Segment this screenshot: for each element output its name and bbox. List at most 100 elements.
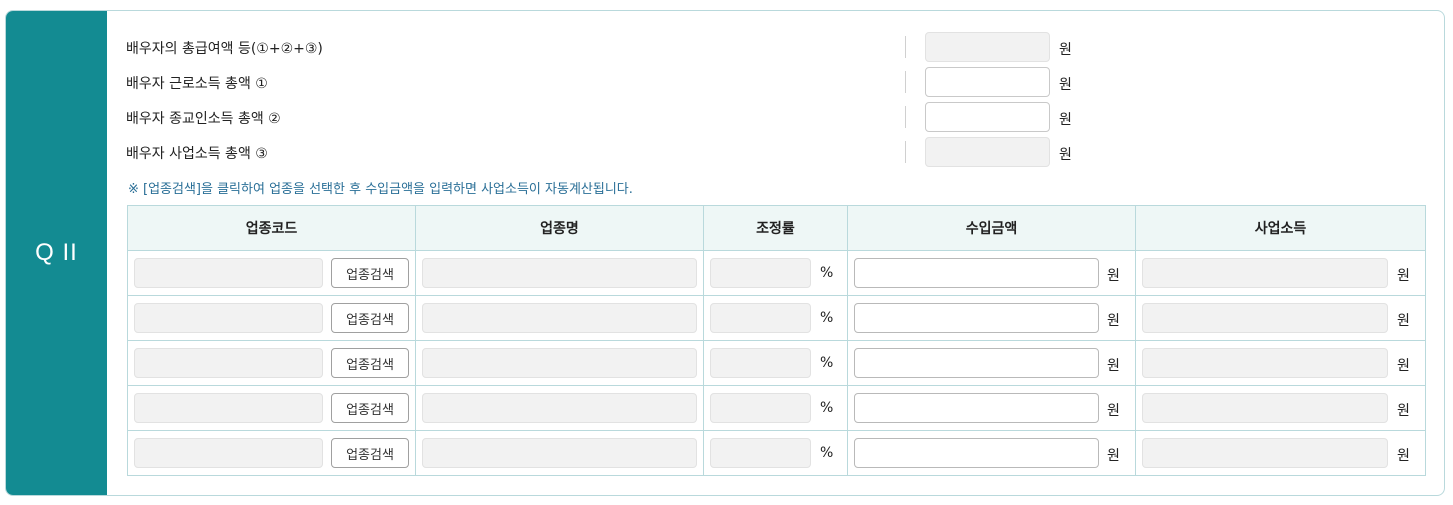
- industry-search-button[interactable]: 업종검색: [331, 348, 409, 378]
- cell-industry-name: [415, 430, 704, 476]
- cell-revenue-amount: 원: [847, 295, 1136, 341]
- cell-industry-name: [415, 250, 704, 296]
- percent-unit: %: [820, 310, 834, 326]
- cell-adjustment-rate: %: [703, 385, 848, 431]
- section-sidebar: Q II: [6, 11, 107, 495]
- industry-name-field: [422, 348, 697, 378]
- industry-search-button[interactable]: 업종검색: [331, 258, 409, 288]
- cell-revenue-amount: 원: [847, 385, 1136, 431]
- industry-name-field: [422, 303, 697, 333]
- header-industry-code: 업종코드: [127, 205, 416, 251]
- table-row: 업종검색% 원 원: [127, 385, 1426, 431]
- header-revenue-amount: 수입금액: [847, 205, 1136, 251]
- percent-unit: %: [820, 400, 834, 416]
- cell-revenue-amount: 원: [847, 340, 1136, 386]
- cell-adjustment-rate: %: [703, 430, 848, 476]
- won-unit: 원: [1397, 448, 1410, 464]
- cell-industry-code: 업종검색: [127, 295, 416, 341]
- cell-revenue-amount: 원: [847, 250, 1136, 296]
- cell-business-income: 원: [1135, 250, 1426, 296]
- total-income-label: 배우자의 총급여액 등(①+②+③): [126, 41, 323, 57]
- won-unit: 원: [1397, 358, 1410, 374]
- won-unit: 원: [1107, 358, 1120, 374]
- industry-name-field: [422, 438, 697, 468]
- header-business-income: 사업소득: [1135, 205, 1426, 251]
- notice-text: ※ [업종검색]을 클릭하여 업종을 선택한 후 수입금액을 입력하면 사업소득…: [128, 182, 633, 197]
- divider: [905, 71, 906, 93]
- adjustment-rate-field: [710, 303, 811, 333]
- cell-industry-name: [415, 385, 704, 431]
- revenue-amount-field[interactable]: [854, 438, 1099, 468]
- cell-business-income: 원: [1135, 295, 1426, 341]
- business-income-total-field: [925, 137, 1050, 167]
- cell-business-income: 원: [1135, 430, 1426, 476]
- cell-business-income: 원: [1135, 385, 1426, 431]
- industry-code-field: [134, 438, 323, 468]
- cell-business-income: 원: [1135, 340, 1426, 386]
- revenue-amount-field[interactable]: [854, 393, 1099, 423]
- earned-income-label: 배우자 근로소득 총액 ①: [126, 76, 268, 92]
- won-unit: 원: [1059, 42, 1072, 58]
- summary-row-total: 배우자의 총급여액 등(①+②+③) 원: [107, 32, 1444, 62]
- summary-row-business: 배우자 사업소득 총액 ③ 원: [107, 137, 1444, 167]
- adjustment-rate-field: [710, 348, 811, 378]
- percent-unit: %: [820, 265, 834, 281]
- table-row: 업종검색% 원 원: [127, 250, 1426, 296]
- won-unit: 원: [1107, 403, 1120, 419]
- cell-adjustment-rate: %: [703, 340, 848, 386]
- cell-industry-code: 업종검색: [127, 385, 416, 431]
- earned-income-field[interactable]: [925, 67, 1050, 97]
- industry-search-button[interactable]: 업종검색: [331, 438, 409, 468]
- cell-industry-name: [415, 340, 704, 386]
- industry-code-field: [134, 258, 323, 288]
- business-income-label: 배우자 사업소득 총액 ③: [126, 146, 268, 162]
- won-unit: 원: [1059, 77, 1072, 93]
- total-income-field: [925, 32, 1050, 62]
- table-row: 업종검색% 원 원: [127, 430, 1426, 476]
- cell-industry-code: 업종검색: [127, 250, 416, 296]
- won-unit: 원: [1059, 112, 1072, 128]
- header-adjustment-rate: 조정률: [703, 205, 848, 251]
- won-unit: 원: [1107, 268, 1120, 284]
- header-industry-name: 업종명: [415, 205, 704, 251]
- industry-name-field: [422, 393, 697, 423]
- cell-industry-code: 업종검색: [127, 340, 416, 386]
- industry-code-field: [134, 348, 323, 378]
- revenue-amount-field[interactable]: [854, 303, 1099, 333]
- divider: [905, 106, 906, 128]
- revenue-amount-field[interactable]: [854, 348, 1099, 378]
- religious-income-label: 배우자 종교인소득 총액 ②: [126, 111, 281, 127]
- summary-row-earned: 배우자 근로소득 총액 ① 원: [107, 67, 1444, 97]
- industry-search-button[interactable]: 업종검색: [331, 303, 409, 333]
- cell-revenue-amount: 원: [847, 430, 1136, 476]
- industry-name-field: [422, 258, 697, 288]
- industry-search-button[interactable]: 업종검색: [331, 393, 409, 423]
- business-income-field: [1142, 393, 1388, 423]
- won-unit: 원: [1059, 147, 1072, 163]
- religious-income-field[interactable]: [925, 102, 1050, 132]
- percent-unit: %: [820, 355, 834, 371]
- business-income-field: [1142, 348, 1388, 378]
- adjustment-rate-field: [710, 438, 811, 468]
- section-content: 배우자의 총급여액 등(①+②+③) 원 배우자 근로소득 총액 ① 원 배우자…: [107, 11, 1444, 495]
- divider: [905, 36, 906, 58]
- table-header-row: 업종코드 업종명 조정률 수입금액 사업소득: [127, 205, 1426, 251]
- adjustment-rate-field: [710, 258, 811, 288]
- industry-code-field: [134, 303, 323, 333]
- won-unit: 원: [1397, 268, 1410, 284]
- cell-industry-code: 업종검색: [127, 430, 416, 476]
- cell-adjustment-rate: %: [703, 295, 848, 341]
- won-unit: 원: [1107, 313, 1120, 329]
- business-income-table: 업종코드 업종명 조정률 수입금액 사업소득 업종검색% 원 원 업종검색% 원 원 업종검…: [127, 205, 1426, 476]
- business-income-field: [1142, 438, 1388, 468]
- business-income-field: [1142, 303, 1388, 333]
- won-unit: 원: [1397, 313, 1410, 329]
- revenue-amount-field[interactable]: [854, 258, 1099, 288]
- summary-row-religious: 배우자 종교인소득 총액 ② 원: [107, 102, 1444, 132]
- divider: [905, 141, 906, 163]
- spouse-income-card: Q II 배우자의 총급여액 등(①+②+③) 원 배우자 근로소득 총액 ① …: [5, 10, 1445, 496]
- table-row: 업종검색% 원 원: [127, 295, 1426, 341]
- table-row: 업종검색% 원 원: [127, 340, 1426, 386]
- section-label: Q II: [35, 239, 78, 266]
- adjustment-rate-field: [710, 393, 811, 423]
